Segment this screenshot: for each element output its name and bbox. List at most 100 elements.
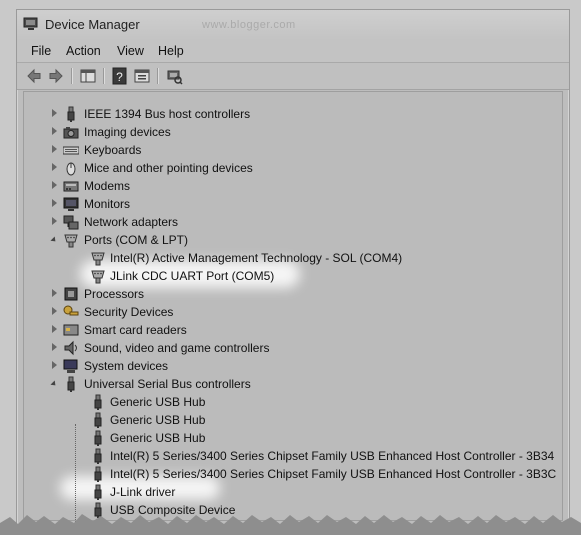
properties-button[interactable] [133, 67, 151, 85]
smart-card-icon [63, 322, 79, 338]
tree-device-intel-r-active-management-technology-sol-com4[interactable]: Intel(R) Active Management Technology - … [90, 249, 560, 267]
tree-category-universal-serial-bus-controllers[interactable]: Universal Serial Bus controllers [50, 375, 532, 393]
collapsed-arrow-icon[interactable] [52, 199, 57, 207]
tree-device-j-link-driver[interactable]: J-Link driver [90, 483, 560, 501]
help-icon: ? [112, 67, 127, 85]
title-bar[interactable]: Device Manager www.blogger.com [17, 10, 569, 40]
port-icon [90, 250, 106, 266]
processor-icon [63, 286, 79, 302]
collapsed-arrow-icon[interactable] [52, 361, 57, 369]
window-title: Device Manager [45, 17, 140, 32]
watermark-text: www.blogger.com [202, 19, 296, 31]
tree-category-label: Imaging devices [84, 125, 171, 139]
tree-category-imaging-devices[interactable]: Imaging devices [52, 123, 532, 141]
collapsed-arrow-icon[interactable] [52, 127, 57, 135]
tree-category-mice-and-other-pointing-devices[interactable]: Mice and other pointing devices [52, 159, 532, 177]
menu-view[interactable]: View [117, 44, 144, 58]
tree-category-processors[interactable]: Processors [52, 285, 532, 303]
tree-category-keyboards[interactable]: Keyboards [52, 141, 532, 159]
usb-plug-icon [90, 394, 106, 410]
menu-action[interactable]: Action [66, 44, 101, 58]
device-manager-icon [23, 17, 38, 30]
port-icon [90, 268, 106, 284]
tree-category-sound-video-and-game-controllers[interactable]: Sound, video and game controllers [52, 339, 532, 357]
toolbar-separator [157, 68, 159, 84]
scan-hardware-button[interactable] [165, 67, 183, 85]
mouse-icon [63, 160, 79, 176]
usb-plug-icon [63, 106, 79, 122]
tree-category-monitors[interactable]: Monitors [52, 195, 532, 213]
tree-device-generic-usb-hub[interactable]: Generic USB Hub [90, 429, 560, 447]
tree-category-ports-com-lpt[interactable]: Ports (COM & LPT) [50, 231, 532, 249]
tree-device-label: J-Link driver [110, 485, 176, 499]
toolbar: ? [17, 63, 569, 90]
usb-plug-icon [63, 376, 79, 392]
scan-hardware-icon [167, 70, 183, 85]
expanded-arrow-icon[interactable] [50, 380, 58, 388]
console-tree-icon [80, 69, 96, 83]
torn-edge [0, 514, 581, 535]
collapsed-arrow-icon[interactable] [52, 307, 57, 315]
menu-bar: File Action View Help [17, 40, 569, 63]
tree-category-label: Processors [84, 287, 145, 301]
tree-category-security-devices[interactable]: Security Devices [52, 303, 532, 321]
tree-device-generic-usb-hub[interactable]: Generic USB Hub [90, 393, 560, 411]
monitor-icon [63, 196, 79, 212]
tree-device-label: Intel(R) Active Management Technology - … [110, 251, 403, 265]
network-icon [63, 214, 79, 230]
properties-icon [134, 69, 150, 83]
collapsed-arrow-icon[interactable] [52, 289, 57, 297]
screenshot-frame: Device Manager www.blogger.com File Acti… [0, 0, 581, 535]
collapsed-arrow-icon[interactable] [52, 325, 57, 333]
collapsed-arrow-icon[interactable] [52, 145, 57, 153]
port-icon [63, 232, 79, 248]
tree-device-generic-usb-hub[interactable]: Generic USB Hub [90, 411, 560, 429]
tree-category-label: Sound, video and game controllers [84, 341, 270, 355]
collapsed-arrow-icon[interactable] [52, 109, 57, 117]
device-tree: IEEE 1394 Bus host controllers Imaging de… [23, 91, 563, 532]
back-button[interactable] [25, 67, 43, 85]
tree-category-label: Network adapters [84, 215, 179, 229]
arrow-right-icon [49, 68, 63, 84]
tree-device-intel-r-5-series-3400-series-chipset-family-usb-enhanced-host-controller-3b34[interactable]: Intel(R) 5 Series/3400 Series Chipset Fa… [90, 447, 560, 465]
tree-category-ieee-1394-bus-host-controllers[interactable]: IEEE 1394 Bus host controllers [52, 105, 532, 123]
tree-category-system-devices[interactable]: System devices [52, 357, 532, 375]
arrow-left-icon [27, 68, 41, 84]
forward-button[interactable] [47, 67, 65, 85]
show-hide-console-tree-button[interactable] [79, 67, 97, 85]
tree-category-label: Smart card readers [84, 323, 187, 337]
collapsed-arrow-icon[interactable] [52, 343, 57, 351]
usb-plug-icon [90, 430, 106, 446]
tree-category-network-adapters[interactable]: Network adapters [52, 213, 532, 231]
tree-category-label: Keyboards [84, 143, 142, 157]
tree-device-label: Generic USB Hub [110, 431, 206, 445]
camera-icon [63, 124, 79, 140]
help-button[interactable]: ? [111, 67, 129, 85]
tree-device-label: Intel(R) 5 Series/3400 Series Chipset Fa… [110, 467, 557, 481]
usb-plug-icon [90, 448, 106, 464]
expanded-arrow-icon[interactable] [50, 236, 58, 244]
menu-file[interactable]: File [31, 44, 51, 58]
tree-category-modems[interactable]: Modems [52, 177, 532, 195]
menu-help[interactable]: Help [158, 44, 184, 58]
tree-device-label: Generic USB Hub [110, 395, 206, 409]
tree-category-label: System devices [84, 359, 169, 373]
tree-category-smart-card-readers[interactable]: Smart card readers [52, 321, 532, 339]
usb-plug-icon [90, 412, 106, 428]
tree-category-label: Ports (COM & LPT) [84, 233, 189, 247]
collapsed-arrow-icon[interactable] [52, 181, 57, 189]
tree-device-label: JLink CDC UART Port (COM5) [110, 269, 275, 283]
collapsed-arrow-icon[interactable] [52, 163, 57, 171]
svg-text:?: ? [116, 70, 123, 84]
tree-category-label: Modems [84, 179, 131, 193]
computer-icon [63, 358, 79, 374]
tree-device-intel-r-5-series-3400-series-chipset-family-usb-enhanced-host-controller-3b3c[interactable]: Intel(R) 5 Series/3400 Series Chipset Fa… [90, 465, 560, 483]
tree-category-label: Mice and other pointing devices [84, 161, 253, 175]
collapsed-arrow-icon[interactable] [52, 217, 57, 225]
security-key-icon [63, 304, 79, 320]
toolbar-separator [71, 68, 73, 84]
tree-device-jlink-cdc-uart-port-com5[interactable]: JLink CDC UART Port (COM5) [90, 267, 560, 285]
modem-icon [63, 178, 79, 194]
tree-category-label: Universal Serial Bus controllers [84, 377, 251, 391]
usb-plug-icon [90, 466, 106, 482]
